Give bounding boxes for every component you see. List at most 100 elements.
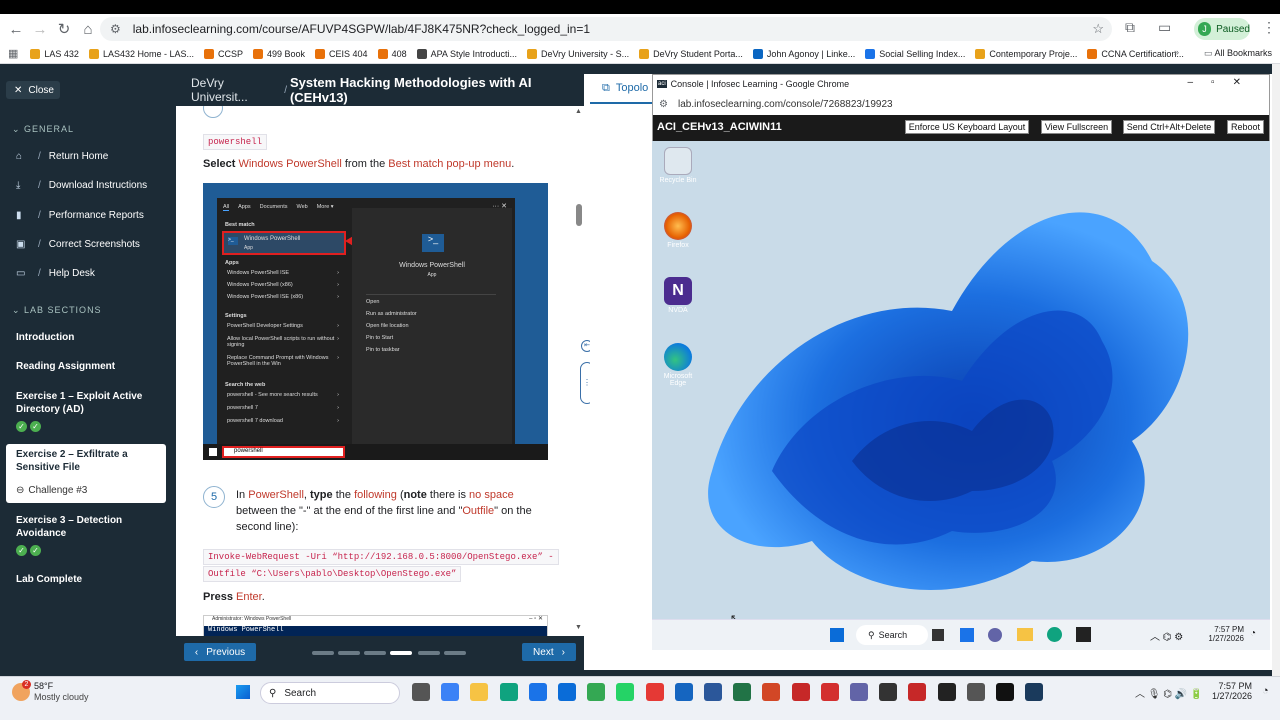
bookmark-item[interactable]: John Agonoy | Linke... bbox=[752, 48, 855, 59]
all-bookmarks[interactable]: ▭ All Bookmarks bbox=[1204, 48, 1272, 59]
start-button[interactable] bbox=[236, 685, 250, 699]
page-dot[interactable] bbox=[364, 651, 386, 655]
previous-button[interactable]: ‹ Previous bbox=[184, 643, 256, 661]
taskbar-app-icon[interactable] bbox=[587, 683, 606, 701]
tab-topology[interactable]: ⧉ Topolo bbox=[590, 74, 652, 104]
vm-clock[interactable]: 7:57 PM 1/27/2026 bbox=[1204, 625, 1244, 643]
bookmark-item[interactable]: CEIS 404 bbox=[315, 48, 368, 59]
view-fullscreen-button[interactable]: View Fullscreen bbox=[1041, 120, 1112, 134]
address-bar[interactable]: ⚙ lab.infoseclearning.com/course/AFUVP4S… bbox=[100, 17, 1112, 41]
site-info-icon[interactable]: ⚙ bbox=[110, 22, 121, 36]
taskbar-app-icon[interactable] bbox=[470, 683, 489, 701]
section-exercise-3[interactable]: Exercise 3 – Detection Avoidance bbox=[16, 514, 156, 540]
taskbar-app-icon[interactable] bbox=[937, 683, 956, 701]
edge-shortcut[interactable]: Microsoft Edge bbox=[657, 343, 699, 387]
vm-store-icon[interactable] bbox=[1076, 627, 1091, 642]
taskbar-app-icon[interactable] bbox=[558, 683, 576, 701]
taskbar-app-icon[interactable] bbox=[791, 683, 810, 701]
vm-search-box[interactable]: ⚲ Search bbox=[856, 625, 928, 645]
bookmark-item[interactable]: 499 Book bbox=[253, 48, 305, 59]
nav-return-home[interactable]: ⌂ / Return Home bbox=[16, 151, 108, 162]
profile-button[interactable]: J Paused bbox=[1194, 18, 1250, 40]
bookmark-item[interactable]: 408 bbox=[377, 48, 407, 59]
taskbar-app-icon[interactable] bbox=[820, 683, 839, 701]
taskbar-app-icon[interactable] bbox=[412, 683, 430, 701]
send-ctrl-alt-del-button[interactable]: Send Ctrl+Alt+Delete bbox=[1123, 120, 1215, 134]
taskbar-app-icon[interactable] bbox=[762, 683, 781, 701]
section-exercise-1[interactable]: Exercise 1 – Exploit Active Directory (A… bbox=[16, 390, 156, 416]
bookmark-item[interactable]: LAS 432 bbox=[30, 48, 79, 59]
taskbar-app-icon[interactable] bbox=[996, 683, 1014, 701]
section-lab-complete[interactable]: Lab Complete bbox=[16, 573, 156, 586]
reboot-button[interactable]: Reboot bbox=[1227, 120, 1264, 134]
vm-notification-icon[interactable]: ◔ bbox=[1250, 628, 1256, 639]
vm-chat-icon[interactable] bbox=[988, 628, 1002, 642]
bookmark-item[interactable]: CCNA Certification... bbox=[1087, 48, 1184, 59]
scroll-down-icon[interactable]: ▼ bbox=[575, 624, 582, 631]
bookmark-item[interactable]: Contemporary Proje... bbox=[975, 48, 1077, 59]
notification-icon[interactable]: ◔ bbox=[1262, 685, 1269, 697]
taskbar-app-icon[interactable] bbox=[441, 683, 460, 701]
taskbar-app-icon[interactable] bbox=[499, 683, 518, 701]
more-bookmarks-icon[interactable]: » bbox=[1174, 47, 1179, 57]
vm-explorer-icon[interactable] bbox=[1017, 628, 1033, 641]
bookmark-item[interactable]: CCSP bbox=[203, 48, 243, 59]
nav-performance-reports[interactable]: ▮ / Performance Reports bbox=[16, 210, 144, 221]
window-controls[interactable]: –▫✕ bbox=[1188, 77, 1260, 88]
taskbar-search[interactable]: ⚲ Search bbox=[260, 682, 400, 704]
vm-edge-icon[interactable] bbox=[1047, 627, 1062, 642]
cast-icon[interactable]: ▭ bbox=[1158, 19, 1171, 36]
vm-desktop[interactable] bbox=[652, 141, 1270, 619]
back-icon[interactable]: ← bbox=[4, 17, 28, 41]
taskbar-app-icon[interactable] bbox=[528, 683, 547, 701]
taskbar-app-icon[interactable] bbox=[966, 683, 985, 701]
apps-grid-icon[interactable]: ▦ bbox=[8, 47, 18, 60]
next-button[interactable]: Next › bbox=[522, 643, 576, 661]
taskbar-app-icon[interactable] bbox=[879, 683, 898, 701]
page-dot-active[interactable] bbox=[390, 651, 412, 655]
vm-taskview-icon[interactable] bbox=[932, 629, 944, 641]
vm-widgets-icon[interactable] bbox=[960, 628, 974, 642]
section-reading-assignment[interactable]: Reading Assignment bbox=[16, 360, 156, 373]
page-dot[interactable] bbox=[312, 651, 334, 655]
reload-icon[interactable]: ↻ bbox=[52, 17, 76, 41]
home-icon[interactable]: ⌂ bbox=[76, 17, 100, 41]
vm-start-icon[interactable] bbox=[830, 628, 844, 642]
extensions-icon[interactable]: ⧉ bbox=[1125, 19, 1135, 36]
breadcrumb[interactable]: DeVry Universit... bbox=[191, 76, 281, 104]
taskbar-app-icon[interactable] bbox=[850, 683, 868, 701]
taskbar-app-icon[interactable] bbox=[704, 683, 722, 701]
bookmark-item[interactable]: APA Style Introducti... bbox=[416, 48, 517, 59]
bookmark-item[interactable]: DeVry Student Porta... bbox=[639, 48, 743, 59]
taskbar-app-icon[interactable] bbox=[733, 683, 752, 701]
page-dot[interactable] bbox=[418, 651, 440, 655]
challenge-link[interactable]: ⊖ Challenge #3 bbox=[16, 485, 87, 496]
nav-download-instructions[interactable]: ⤓ / Download Instructions bbox=[16, 180, 147, 191]
taskbar-app-icon[interactable] bbox=[616, 683, 635, 701]
page-dot[interactable] bbox=[444, 651, 466, 655]
nav-correct-screenshots[interactable]: ▣ / Correct Screenshots bbox=[16, 239, 140, 250]
nvda-shortcut[interactable]: N NVDA bbox=[657, 277, 699, 314]
bookmark-item[interactable]: LAS432 Home - LAS... bbox=[88, 48, 194, 59]
bookmark-star-icon[interactable]: ☆ bbox=[1092, 21, 1104, 37]
tray-icons[interactable]: ︿ 🎙 ⌬ 🔊 🔋 bbox=[1135, 685, 1202, 700]
taskbar-app-icon[interactable] bbox=[645, 683, 664, 701]
nav-help-desk[interactable]: ▭ / Help Desk bbox=[16, 268, 95, 279]
taskbar-app-icon[interactable] bbox=[1025, 683, 1044, 701]
bookmark-item[interactable]: Social Selling Index... bbox=[865, 48, 965, 59]
enforce-keyboard-button[interactable]: Enforce US Keyboard Layout bbox=[905, 120, 1029, 134]
firefox-shortcut[interactable]: Firefox bbox=[657, 212, 699, 249]
bookmark-item[interactable]: DeVry University - S... bbox=[526, 48, 629, 59]
recycle-bin[interactable]: Recycle Bin bbox=[657, 147, 699, 184]
scroll-up-icon[interactable]: ▲ bbox=[575, 108, 582, 115]
taskbar-app-icon[interactable] bbox=[674, 683, 693, 701]
forward-icon[interactable]: → bbox=[28, 17, 52, 41]
section-exercise-2[interactable]: Exercise 2 – Exfiltrate a Sensitive File bbox=[16, 448, 156, 474]
menu-icon[interactable]: ⋮ bbox=[1262, 19, 1276, 36]
taskbar-clock[interactable]: 7:57 PM 1/27/2026 bbox=[1208, 681, 1252, 701]
taskbar-app-icon[interactable] bbox=[908, 683, 927, 701]
section-introduction[interactable]: Introduction bbox=[16, 331, 156, 344]
close-button[interactable]: ✕ Close bbox=[6, 81, 60, 99]
page-dot[interactable] bbox=[338, 651, 360, 655]
page-scrollbar[interactable] bbox=[1272, 64, 1280, 676]
